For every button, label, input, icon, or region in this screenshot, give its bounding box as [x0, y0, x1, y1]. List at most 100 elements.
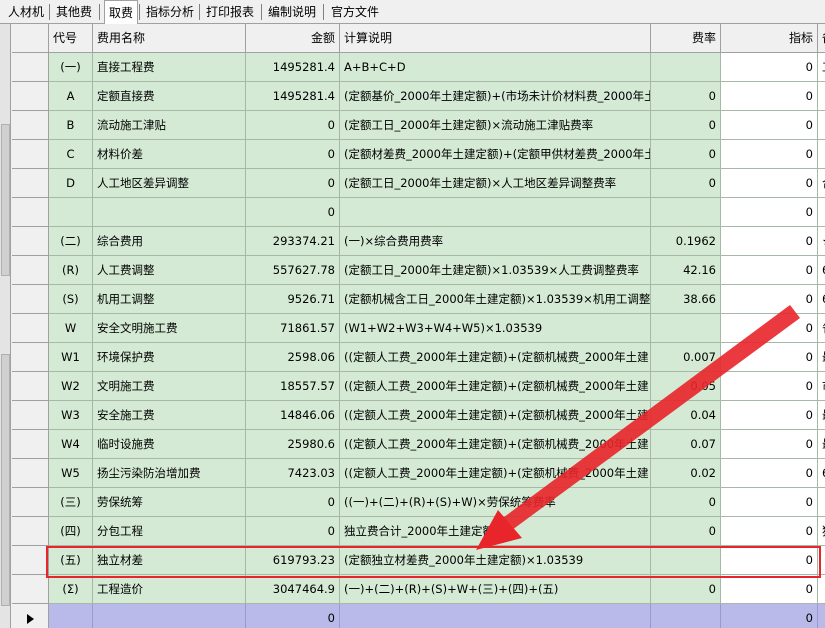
- cell-ind[interactable]: [12, 198, 49, 227]
- cell-ind[interactable]: [12, 53, 49, 82]
- cell-ind[interactable]: [12, 372, 49, 401]
- cell-rate[interactable]: 0: [651, 575, 721, 604]
- cell-code[interactable]: W1: [49, 343, 93, 372]
- cell-code[interactable]: W3: [49, 401, 93, 430]
- cell-rate[interactable]: 0.1962: [651, 227, 721, 256]
- cell-extra[interactable]: ★: [818, 227, 825, 256]
- cell-name[interactable]: 环境保护费: [93, 343, 246, 372]
- tab-0[interactable]: 人材机: [4, 2, 48, 22]
- cell-amount[interactable]: 0: [246, 488, 340, 517]
- cell-code[interactable]: W2: [49, 372, 93, 401]
- cell-code[interactable]: C: [49, 140, 93, 169]
- table-row[interactable]: W3 安全施工费 14846.06 ((定额人工费_2000年土建定额)+(定额机械费…: [12, 401, 825, 430]
- cell-code[interactable]: W: [49, 314, 93, 343]
- tab-2[interactable]: 取费: [104, 0, 138, 24]
- cell-code[interactable]: (一): [49, 53, 93, 82]
- table-row[interactable]: (二)综合费用293374.21(一)×综合费用费率0.19620★: [12, 227, 825, 256]
- table-row[interactable]: C 材料价差 0 (定额材差费_2000年土建定额)+(定额甲供材差费_2000年土 0…: [12, 140, 825, 169]
- cell-name[interactable]: 人工费调整: [93, 256, 246, 285]
- cell-index[interactable]: 0: [721, 604, 818, 628]
- cell-formula[interactable]: 独立费合计_2000年土建定额: [340, 517, 651, 546]
- cell-amount[interactable]: 14846.06: [246, 401, 340, 430]
- header-name[interactable]: 费用名称: [93, 24, 246, 53]
- cell-ind[interactable]: [12, 140, 49, 169]
- cell-name[interactable]: 直接工程费: [93, 53, 246, 82]
- cell-name[interactable]: 人工地区差异调整: [93, 169, 246, 198]
- cell-rate[interactable]: 0: [651, 111, 721, 140]
- cell-amount[interactable]: 3047464.9: [246, 575, 340, 604]
- cell-extra[interactable]: [818, 604, 825, 628]
- tab-1[interactable]: 其他费: [52, 2, 98, 22]
- cell-amount[interactable]: 71861.57: [246, 314, 340, 343]
- cell-rate[interactable]: [651, 546, 721, 575]
- cell-formula[interactable]: (定额工日_2000年土建定额)×1.03539×人工费调整费率: [340, 256, 651, 285]
- cell-amount[interactable]: 1495281.4: [246, 53, 340, 82]
- cell-amount[interactable]: 0: [246, 140, 340, 169]
- cell-rate[interactable]: 0.04: [651, 401, 721, 430]
- cell-name[interactable]: 劳保统筹: [93, 488, 246, 517]
- cell-index[interactable]: 0: [721, 82, 818, 111]
- cell-ind[interactable]: [12, 459, 49, 488]
- cell-amount[interactable]: 18557.57: [246, 372, 340, 401]
- cell-code[interactable]: W5: [49, 459, 93, 488]
- table-row[interactable]: (五) 独立材差 619793.23 (定额独立材差费_2000年土建定额)×1.03…: [12, 546, 825, 575]
- cell-rate[interactable]: 0: [651, 169, 721, 198]
- cell-ind[interactable]: [12, 604, 49, 628]
- cell-amount[interactable]: 619793.23: [246, 546, 340, 575]
- table-row[interactable]: W1 环境保护费 2598.06 ((定额人工费_2000年土建定额)+(定额机械费_…: [12, 343, 825, 372]
- cell-name[interactable]: 定额直接费: [93, 82, 246, 111]
- cell-extra[interactable]: 6: [818, 285, 825, 314]
- cell-formula[interactable]: (一)+(二)+(R)+(S)+W+(三)+(四)+(五): [340, 575, 651, 604]
- table-row[interactable]: 00: [12, 198, 825, 227]
- cell-extra[interactable]: 独: [818, 517, 825, 546]
- cell-name[interactable]: 流动施工津贴: [93, 111, 246, 140]
- cell-name[interactable]: 综合费用: [93, 227, 246, 256]
- cell-formula[interactable]: ((定额人工费_2000年土建定额)+(定额机械费_2000年土建: [340, 401, 651, 430]
- cell-rate[interactable]: [651, 198, 721, 227]
- table-row[interactable]: B 流动施工津贴 0 (定额工日_2000年土建定额)×流动施工津贴费率 0 0: [12, 111, 825, 140]
- cell-index[interactable]: 0: [721, 546, 818, 575]
- scroll-thumb-lower[interactable]: [1, 354, 10, 606]
- cell-name[interactable]: 安全施工费: [93, 401, 246, 430]
- cell-index[interactable]: 0: [721, 285, 818, 314]
- cell-amount[interactable]: 557627.78: [246, 256, 340, 285]
- cell-name[interactable]: 工程造价: [93, 575, 246, 604]
- cell-code[interactable]: B: [49, 111, 93, 140]
- cell-rate[interactable]: 0.05: [651, 372, 721, 401]
- scroll-thumb-upper[interactable]: [1, 124, 10, 276]
- table-row[interactable]: (R) 人工费调整 557627.78 (定额工日_2000年土建定额)×1.0353…: [12, 256, 825, 285]
- header-amount[interactable]: 金额: [246, 24, 340, 53]
- cell-extra[interactable]: [818, 488, 825, 517]
- table-row[interactable]: (Σ) 工程造价 3047464.9 (一)+(二)+(R)+(S)+W+(三)+(四…: [12, 575, 825, 604]
- cell-formula[interactable]: (定额工日_2000年土建定额)×人工地区差异调整费率: [340, 169, 651, 198]
- cell-extra[interactable]: 最: [818, 401, 825, 430]
- table-row[interactable]: 00: [12, 604, 825, 628]
- cell-name[interactable]: [93, 198, 246, 227]
- tab-4[interactable]: 打印报表: [202, 2, 260, 22]
- cell-code[interactable]: (Σ): [49, 575, 93, 604]
- table-row[interactable]: (四)分包工程0独立费合计_2000年土建定额00独: [12, 517, 825, 546]
- cell-extra[interactable]: 6: [818, 459, 825, 488]
- cell-ind[interactable]: [12, 256, 49, 285]
- cell-rate[interactable]: [651, 604, 721, 628]
- cell-index[interactable]: 0: [721, 140, 818, 169]
- cell-formula[interactable]: (一)×综合费用费率: [340, 227, 651, 256]
- cell-formula[interactable]: ((定额人工费_2000年土建定额)+(定额机械费_2000年土建: [340, 430, 651, 459]
- cell-rate[interactable]: 38.66: [651, 285, 721, 314]
- table-row[interactable]: W5 扬尘污染防治增加费 7423.03 ((定额人工费_2000年土建定额)+(定额…: [12, 459, 825, 488]
- cell-formula[interactable]: (定额基价_2000年土建定额)+(市场未计价材料费_2000年土: [340, 82, 651, 111]
- cell-index[interactable]: 0: [721, 430, 818, 459]
- cell-rate[interactable]: 0: [651, 82, 721, 111]
- cell-name[interactable]: 分包工程: [93, 517, 246, 546]
- left-pane-scrollbar[interactable]: [0, 24, 11, 628]
- cell-code[interactable]: [49, 604, 93, 628]
- cell-extra[interactable]: [818, 111, 825, 140]
- cell-rate[interactable]: 0: [651, 488, 721, 517]
- cell-extra[interactable]: [818, 82, 825, 111]
- table-row[interactable]: A 定额直接费 1495281.4 (定额基价_2000年土建定额)+(市场未计价材料…: [12, 82, 825, 111]
- table-row[interactable]: W 安全文明施工费 71861.57 (W1+W2+W3+W4+W5)×1.03539…: [12, 314, 825, 343]
- cell-ind[interactable]: [12, 227, 49, 256]
- cell-formula[interactable]: (W1+W2+W3+W4+W5)×1.03539: [340, 314, 651, 343]
- cell-index[interactable]: 0: [721, 111, 818, 140]
- cell-formula[interactable]: (定额独立材差费_2000年土建定额)×1.03539: [340, 546, 651, 575]
